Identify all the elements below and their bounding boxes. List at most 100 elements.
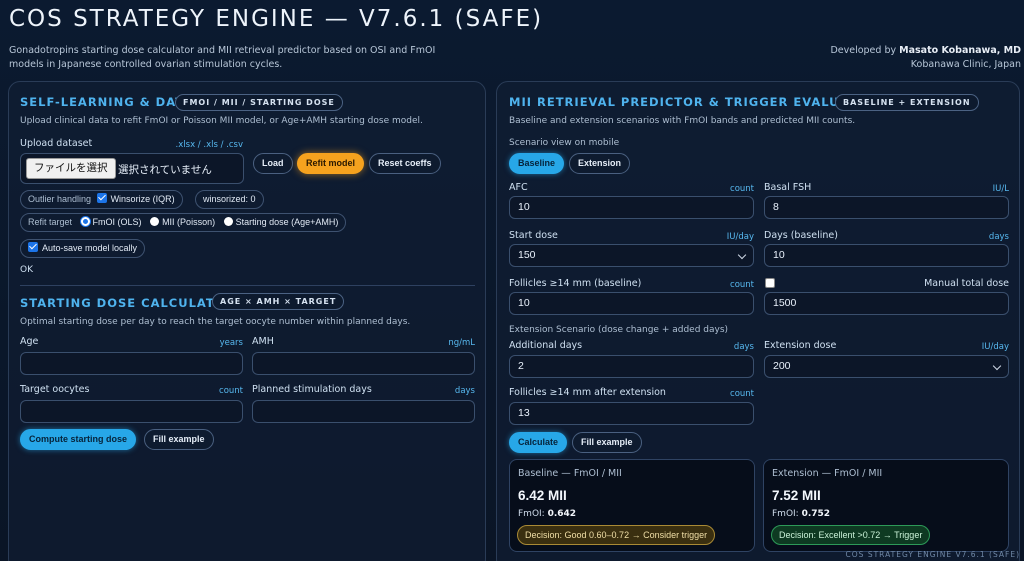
start-dose-select[interactable]: 150 [509, 244, 754, 267]
refit-model-button[interactable]: Refit model [297, 153, 365, 174]
outlier-label: Outlier handling [28, 194, 92, 204]
refit-target-label: Refit target [28, 217, 73, 227]
planned-days-label: Planned stimulation days [252, 384, 372, 395]
developed-by-prefix: Developed by [830, 45, 900, 56]
target-oocytes-label: Target oocytes [20, 384, 90, 395]
right-panel: MII RETRIEVAL PREDICTOR & TRIGGER EVALUA… [496, 81, 1020, 561]
start-dose-label: Start dose [509, 230, 558, 241]
upload-formats: .xlsx / .xls / .csv [175, 140, 243, 150]
follicles-baseline-label: Follicles ≥14 mm (baseline) [509, 278, 642, 289]
fill-example-left-button[interactable]: Fill example [144, 429, 214, 450]
age-input[interactable] [20, 352, 243, 375]
reset-coeffs-button[interactable]: Reset coeffs [369, 153, 441, 174]
refit-target-group: Refit target FmOI (OLS) MII (Poisson) St… [20, 213, 347, 232]
afc-label: AFC [509, 182, 528, 193]
radio-fmoi[interactable] [80, 217, 90, 226]
winsorize-label: Winsorize (IQR) [110, 194, 175, 204]
section-divider [20, 285, 475, 286]
dose-calc-desc: Optimal starting dose per day to reach t… [20, 317, 411, 327]
baseline-fmoi-value: 0.642 [547, 509, 577, 519]
calculate-button[interactable]: Calculate [509, 432, 568, 453]
days-baseline-input[interactable]: 10 [764, 244, 1009, 267]
planned-days-input[interactable] [252, 400, 475, 423]
radio-fmoi-label: FmOI (OLS) [92, 217, 142, 227]
extension-result-card: Extension — FmOI / MII 7.52 MII FmOI: 0.… [763, 459, 1009, 552]
left-panel: SELF-LEARNING & DATA FMOI / MII / STARTI… [8, 81, 486, 561]
self-learning-tag: FMOI / MII / STARTING DOSE [175, 94, 343, 111]
baseline-decision-badge: Decision: Good 0.60–0.72 → Consider trig… [517, 525, 716, 545]
radio-starting-dose-label: Starting dose (Age+AMH) [235, 217, 339, 227]
target-oocytes-input[interactable] [20, 400, 243, 423]
fill-example-right-button[interactable]: Fill example [572, 432, 642, 453]
days-baseline-unit: days [988, 232, 1009, 242]
autosave-checkbox[interactable] [28, 242, 38, 252]
predictor-title: MII RETRIEVAL PREDICTOR & TRIGGER EVALUA… [509, 95, 884, 109]
follicles-baseline-unit: count [730, 280, 754, 290]
winsorize-checkbox[interactable] [96, 193, 107, 203]
baseline-result-heading: Baseline — FmOI / MII [518, 468, 622, 479]
autosave-toggle[interactable]: Auto-save model locally [20, 239, 146, 258]
follicles-extension-input[interactable]: 13 [509, 402, 754, 425]
self-learning-title: SELF-LEARNING & DATA [20, 95, 194, 109]
manual-total-input[interactable]: 1500 [764, 292, 1009, 315]
follicles-extension-unit: count [730, 389, 754, 399]
extension-dose-select[interactable]: 200 [764, 355, 1009, 378]
days-baseline-label: Days (baseline) [764, 230, 838, 241]
file-status: 選択されていません [118, 164, 212, 176]
extension-result-heading: Extension — FmOI / MII [772, 468, 883, 479]
choose-file-button[interactable]: ファイルを選択 [26, 158, 116, 179]
radio-mii-label: MII (Poisson) [162, 217, 216, 227]
additional-days-unit: days [733, 342, 754, 352]
manual-total-label: Manual total dose [924, 278, 1009, 289]
page-subtitle: Gonadotropins starting dose calculator a… [9, 45, 436, 70]
amh-label: AMH [252, 336, 274, 347]
footer-watermark: COS STRATEGY ENGINE V7.6.1 (SAFE) [845, 550, 1020, 559]
additional-days-label: Additional days [509, 340, 583, 351]
extension-decision-badge: Decision: Excellent >0.72 → Trigger [771, 525, 931, 545]
manual-total-checkbox[interactable] [765, 278, 775, 288]
page-title: COS STRATEGY ENGINE — V7.6.1 (SAFE) [9, 6, 544, 32]
basal-fsh-label: Basal FSH [764, 182, 812, 193]
baseline-fmoi-label: FmOI: [518, 509, 548, 519]
amh-unit: ng/mL [448, 338, 475, 348]
follicles-baseline-input[interactable]: 10 [509, 292, 754, 315]
predictor-desc: Baseline and extension scenarios with Fm… [509, 116, 856, 126]
baseline-mii-value: 6.42 MII [518, 488, 567, 503]
author-credit: Developed by Masato Kobanawa, MD Kobanaw… [830, 44, 1021, 72]
tab-extension[interactable]: Extension [569, 153, 631, 174]
status-text: OK [20, 265, 33, 275]
dose-calc-title: STARTING DOSE CALCULATOR [20, 296, 236, 310]
load-button[interactable]: Load [253, 153, 293, 174]
upload-label: Upload dataset [20, 138, 93, 149]
extension-mii-value: 7.52 MII [772, 488, 821, 503]
follicles-extension-label: Follicles ≥14 mm after extension [509, 387, 666, 398]
file-input[interactable]: ファイルを選択 選択されていません [20, 153, 244, 184]
age-label: Age [20, 336, 39, 347]
target-oocytes-unit: count [219, 386, 243, 396]
predictor-tag: BASELINE + EXTENSION [835, 94, 979, 111]
radio-starting-dose[interactable] [223, 217, 233, 226]
basal-fsh-input[interactable]: 8 [764, 196, 1009, 219]
basal-fsh-unit: IU/L [992, 184, 1009, 194]
start-dose-unit: IU/day [726, 232, 754, 242]
extension-fmoi-value: 0.752 [801, 509, 831, 519]
radio-mii[interactable] [150, 217, 160, 226]
additional-days-input[interactable]: 2 [509, 355, 754, 378]
age-unit: years [219, 338, 243, 348]
outlier-handling-group: Outlier handling Winsorize (IQR) [20, 190, 183, 209]
baseline-fmoi: FmOI: 0.642 [518, 509, 576, 519]
afc-input[interactable]: 10 [509, 196, 754, 219]
extension-fmoi-label: FmOI: [772, 509, 802, 519]
amh-input[interactable] [252, 352, 475, 375]
winsorized-count: winsorized: 0 [195, 190, 264, 209]
clinic-name: Kobanawa Clinic, Japan [910, 59, 1021, 70]
afc-unit: count [730, 184, 754, 194]
baseline-result-card: Baseline — FmOI / MII 6.42 MII FmOI: 0.6… [509, 459, 755, 552]
developer-name: Masato Kobanawa, MD [899, 45, 1021, 56]
compute-starting-dose-button[interactable]: Compute starting dose [20, 429, 137, 450]
self-learning-desc: Upload clinical data to refit FmOI or Po… [20, 116, 423, 126]
autosave-label: Auto-save model locally [42, 243, 138, 253]
extension-dose-unit: IU/day [981, 342, 1009, 352]
tab-baseline[interactable]: Baseline [509, 153, 565, 174]
dose-calc-tag: AGE × AMH × TARGET [212, 293, 345, 310]
